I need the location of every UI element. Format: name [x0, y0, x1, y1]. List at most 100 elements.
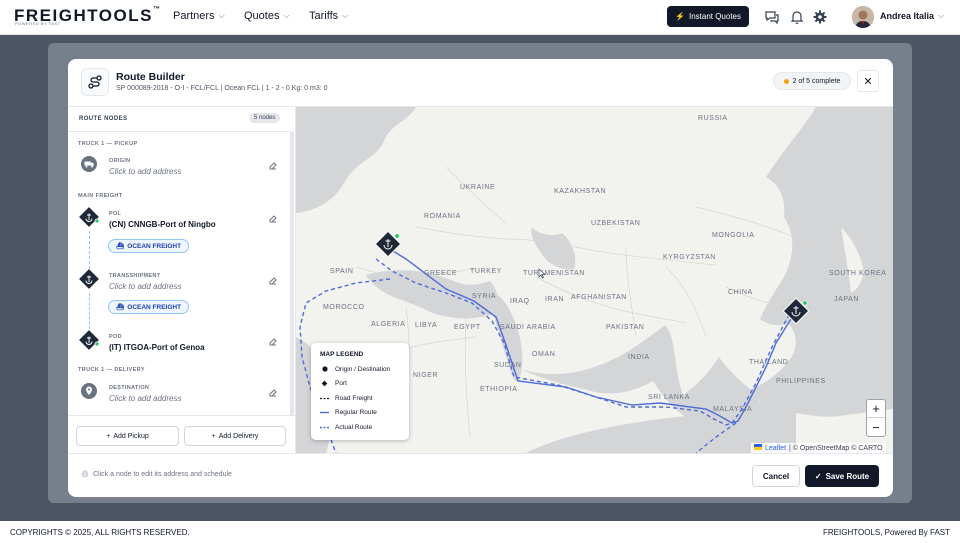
- add-pickup-button[interactable]: + Add Pickup: [76, 426, 179, 446]
- legend-item: Regular Route: [320, 406, 400, 421]
- map-label-afghanistan: AFGHANISTAN: [571, 294, 627, 301]
- anchor-icon: [79, 269, 99, 289]
- modal-subtitle: SP 000089-2018 - O-I - FCL/FCL | Ocean F…: [116, 85, 328, 92]
- legend-item: Actual Route: [320, 420, 400, 435]
- close-button[interactable]: ✕: [857, 70, 879, 92]
- panel-scrollbar[interactable]: [290, 131, 294, 416]
- route-builder-modal: Route Builder SP 000089-2018 - O-I - FCL…: [68, 59, 893, 497]
- edit-icon[interactable]: [268, 276, 278, 286]
- chevron-down-icon[interactable]: ⌵: [938, 11, 944, 21]
- circle-icon: [320, 366, 329, 372]
- save-route-button[interactable]: ✓ Save Route: [805, 465, 879, 487]
- nav-quotes[interactable]: Quotes ⌵: [244, 10, 290, 22]
- chat-icon[interactable]: [764, 9, 780, 25]
- gear-icon[interactable]: [812, 9, 828, 25]
- bell-icon[interactable]: [789, 9, 805, 25]
- leg-ocean-freight[interactable]: ⛴ OCEAN FREIGHT: [108, 239, 190, 253]
- anchor-icon: [79, 330, 100, 350]
- route-map[interactable]: RUSSIA KAZAKHSTAN UKRAINE UZBEKISTAN MONGOLI…: [296, 107, 893, 453]
- section-pickup: TRUCK 1 — PICKUP: [78, 141, 138, 147]
- map-label-south-korea: SOUTH KOREA: [829, 270, 887, 277]
- solid-line-icon: [320, 411, 329, 414]
- map-label-iran: IRAN: [545, 296, 564, 303]
- anchor-icon: [79, 207, 100, 227]
- edit-icon[interactable]: [268, 337, 278, 347]
- edit-icon[interactable]: [268, 214, 278, 224]
- map-label-ukraine: UKRAINE: [460, 184, 495, 191]
- lightning-icon: ⚡: [675, 12, 685, 21]
- section-delivery: TRUCK 1 — DELIVERY: [78, 367, 145, 373]
- map-label-ethiopia: ETHIOPIA: [480, 386, 517, 393]
- map-label-algeria: ALGERIA: [371, 321, 406, 328]
- diamond-icon: [320, 380, 329, 387]
- leaflet-link[interactable]: Leaflet: [765, 445, 786, 452]
- map-label-niger: NIGER: [413, 372, 438, 379]
- section-main-freight: MAIN FREIGHT: [78, 193, 123, 199]
- plus-icon: +: [106, 432, 111, 440]
- status-dot-icon: [783, 78, 789, 84]
- top-navbar: FREIGHTOOLS™ POWERED BY FAST Partners ⌵ Q…: [0, 0, 960, 35]
- modal-footer: Click a node to edit its address and sch…: [68, 453, 893, 497]
- map-label-morocco: MOROCCO: [323, 304, 365, 311]
- route-nodes-panel: ROUTE NODES 5 nodes TRUCK 1 — PICKUP ORI…: [68, 107, 296, 453]
- node-address[interactable]: Click to add address: [109, 282, 181, 291]
- nav-tariffs[interactable]: Tariffs ⌵: [309, 10, 348, 22]
- legend-item: Road Freight: [320, 391, 400, 406]
- cancel-button[interactable]: Cancel: [752, 465, 800, 487]
- brand-credit: FREIGHTOOLS, Powered By FAST: [823, 527, 950, 537]
- node-label: DESTINATION: [109, 385, 150, 391]
- user-avatar[interactable]: [852, 6, 874, 28]
- map-legend: MAP LEGEND Origin / Destination Port Roa…: [311, 343, 409, 440]
- map-label-india: INDIA: [628, 354, 650, 361]
- map-label-pakistan: PAKISTAN: [606, 324, 644, 331]
- progress-badge: 2 of 5 complete: [773, 72, 851, 90]
- map-attribution: Leaflet | © OpenStreetMap © CARTO: [751, 443, 886, 453]
- node-address[interactable]: Click to add address: [109, 394, 181, 403]
- edit-icon[interactable]: [268, 161, 278, 171]
- node-label: POD: [109, 334, 122, 340]
- instant-quotes-button[interactable]: ⚡ Instant Quotes: [667, 6, 749, 27]
- copyright-text: COPYRIGHTS © 2025, ALL RIGHTS RESERVED.: [10, 527, 190, 537]
- leg-ocean-freight[interactable]: ⛴ OCEAN FREIGHT: [108, 300, 190, 314]
- add-delivery-button[interactable]: + Add Delivery: [184, 426, 286, 446]
- node-transshipment[interactable]: TRANSSHIPMENT Click to add address: [78, 266, 283, 292]
- node-origin[interactable]: ORIGIN Click to add address: [78, 151, 283, 177]
- chevron-down-icon: ⌵: [283, 11, 290, 20]
- user-name[interactable]: Andrea Italia: [880, 11, 934, 21]
- dashed-line-icon: [320, 426, 329, 429]
- map-label-syria: SYRIA: [472, 293, 496, 300]
- nav-partners[interactable]: Partners ⌵: [173, 10, 225, 22]
- ship-icon: ⛴: [116, 243, 125, 250]
- map-label-egypt: EGYPT: [454, 324, 481, 331]
- truck-icon: [81, 156, 97, 172]
- route-icon: [81, 68, 109, 96]
- map-label-spain: SPAIN: [330, 268, 354, 275]
- edit-icon[interactable]: [268, 388, 278, 398]
- plus-icon: +: [211, 432, 216, 440]
- map-label-saudi-arabia: SAUDI ARABIA: [500, 324, 556, 331]
- map-label-philippines: PHILIPPINES: [776, 378, 826, 385]
- node-destination[interactable]: DESTINATION Click to add address: [78, 378, 283, 404]
- route-connector: [89, 231, 90, 269]
- node-pol[interactable]: POL (CN) CNNGB-Port of Ningbo: [78, 204, 283, 230]
- route-connector: [89, 293, 90, 329]
- node-pod[interactable]: POD (IT) ITGOA-Port of Genoa: [78, 327, 283, 353]
- map-label-uzbekistan: UZBEKISTAN: [591, 220, 640, 227]
- map-label-mongolia: MONGOLIA: [712, 232, 755, 239]
- node-address[interactable]: Click to add address: [109, 167, 181, 176]
- panel-actions: + Add Pickup + Add Delivery: [68, 415, 296, 453]
- zoom-out-button[interactable]: −: [867, 418, 885, 436]
- node-address[interactable]: (CN) CNNGB-Port of Ningbo: [109, 220, 216, 229]
- dashed-line-icon: [320, 397, 329, 400]
- map-label-iraq: IRAQ: [510, 298, 530, 305]
- map-label-kazakhstan: KAZAKHSTAN: [554, 188, 606, 195]
- map-label-russia: RUSSIA: [698, 115, 728, 122]
- zoom-in-button[interactable]: +: [867, 400, 885, 418]
- legend-item: Origin / Destination: [320, 362, 400, 377]
- node-address[interactable]: (IT) ITGOA-Port of Genoa: [109, 343, 205, 352]
- map-label-china: CHINA: [728, 289, 753, 296]
- map-label-sudan: SUDAN: [494, 362, 522, 369]
- map-pin-icon: [81, 383, 97, 399]
- map-label-japan: JAPAN: [834, 296, 859, 303]
- map-label-libya: LIBYA: [415, 322, 437, 329]
